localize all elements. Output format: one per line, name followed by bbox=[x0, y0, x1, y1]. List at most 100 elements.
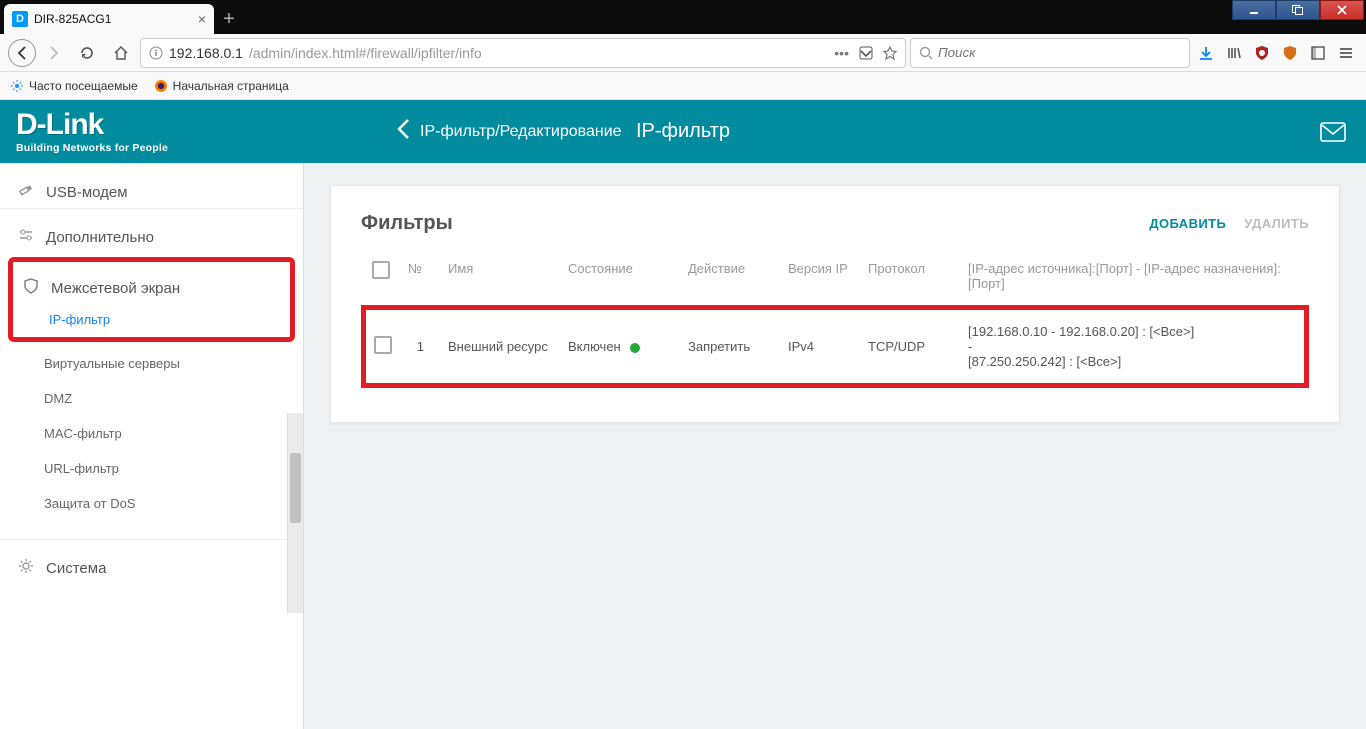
search-input[interactable] bbox=[938, 45, 1181, 60]
bookmark-label: Начальная страница bbox=[173, 79, 289, 93]
library-icon[interactable] bbox=[1226, 45, 1242, 61]
window-minimize-button[interactable] bbox=[1232, 0, 1276, 20]
sidebar-scrollbar[interactable] bbox=[287, 413, 303, 613]
sidebar-subitem-label: MAC-фильтр bbox=[44, 426, 122, 441]
sidebar-toggle-icon[interactable] bbox=[1310, 45, 1326, 61]
sidebar-item-advanced[interactable]: Дополнительно bbox=[0, 208, 303, 253]
scrollbar-thumb[interactable] bbox=[290, 453, 301, 523]
cell-address: [192.168.0.10 - 192.168.0.20] : [<Все>] … bbox=[960, 308, 1307, 386]
th-address: [IP-адрес источника]:[Порт] - [IP-адрес … bbox=[960, 253, 1307, 308]
search-icon bbox=[919, 46, 932, 60]
url-bar[interactable]: 192.168.0.1/admin/index.html#/firewall/i… bbox=[140, 38, 906, 68]
sidebar-subitem-virtual-servers[interactable]: Виртуальные серверы bbox=[0, 346, 303, 381]
app-header: D-Link Building Networks for People IP-ф… bbox=[0, 100, 1366, 163]
th-proto: Протокол bbox=[860, 253, 960, 308]
sidebar-item-firewall[interactable]: Межсетевой экран bbox=[13, 266, 290, 302]
main-content: Фильтры ДОБАВИТЬ УДАЛИТЬ № Имя Состояние bbox=[304, 163, 1366, 729]
app-body: USB-модем Дополнительно Межсетевой экран bbox=[0, 163, 1366, 729]
tab-title: DIR-825ACG1 bbox=[34, 12, 192, 26]
bookmark-star-icon[interactable] bbox=[883, 46, 897, 60]
bookmark-most-visited[interactable]: Часто посещаемые bbox=[10, 79, 138, 93]
sidebar-item-label: Дополнительно bbox=[46, 229, 154, 246]
hamburger-menu-icon[interactable] bbox=[1338, 45, 1354, 61]
spark-icon bbox=[10, 79, 24, 93]
downloads-icon[interactable] bbox=[1198, 45, 1214, 61]
notifications-mail-button[interactable] bbox=[1320, 122, 1346, 142]
th-name: Имя bbox=[440, 253, 560, 308]
sidebar-subitem-label: DMZ bbox=[44, 391, 72, 406]
bookmarks-bar: Часто посещаемые Начальная страница bbox=[0, 72, 1366, 100]
sidebar-subitem-label: IP-фильтр bbox=[49, 312, 110, 327]
sidebar-subitem-dmz[interactable]: DMZ bbox=[0, 381, 303, 416]
table-row[interactable]: 1 Внешний ресурс Включен Запретить IPv4 … bbox=[364, 308, 1307, 386]
nav-home-button[interactable] bbox=[106, 38, 136, 68]
filters-card: Фильтры ДОБАВИТЬ УДАЛИТЬ № Имя Состояние bbox=[330, 185, 1340, 423]
logo-subtitle: Building Networks for People bbox=[16, 142, 304, 154]
firefox-icon bbox=[154, 79, 168, 93]
tab-favicon: D bbox=[12, 11, 28, 27]
sidebar-subitem-label: Защита от DoS bbox=[44, 496, 136, 511]
cell-num: 1 bbox=[400, 308, 440, 386]
new-tab-button[interactable]: + bbox=[214, 4, 244, 34]
sliders-icon bbox=[16, 227, 36, 247]
delete-filter-button[interactable]: УДАЛИТЬ bbox=[1244, 216, 1309, 231]
nav-forward-button[interactable] bbox=[40, 39, 68, 67]
nav-reload-button[interactable] bbox=[72, 38, 102, 68]
url-host: 192.168.0.1 bbox=[169, 45, 243, 61]
cell-name: Внешний ресурс bbox=[440, 308, 560, 386]
router-admin-app: D-Link Building Networks for People IP-ф… bbox=[0, 100, 1366, 729]
gear-icon bbox=[16, 558, 36, 578]
th-ipver: Версия IP bbox=[780, 253, 860, 308]
th-num: № bbox=[400, 253, 440, 308]
sidebar-subitem-mac-filter[interactable]: MAC-фильтр bbox=[0, 416, 303, 451]
tab-close-icon[interactable]: × bbox=[198, 11, 206, 27]
sidebar-item-system[interactable]: Система bbox=[0, 539, 303, 584]
sidebar-subitem-label: Виртуальные серверы bbox=[44, 356, 180, 371]
page-action-ellipsis-icon[interactable]: ••• bbox=[834, 45, 849, 61]
browser-tab-active[interactable]: D DIR-825ACG1 × bbox=[4, 4, 214, 34]
cell-state: Включен bbox=[560, 308, 680, 386]
sidebar-subitem-url-filter[interactable]: URL-фильтр bbox=[0, 451, 303, 486]
cell-ipver: IPv4 bbox=[780, 308, 860, 386]
sidebar-item-usb-modem[interactable]: USB-модем bbox=[0, 163, 303, 208]
bookmark-start-page[interactable]: Начальная страница bbox=[154, 79, 289, 93]
sidebar-subitem-dos-protection[interactable]: Защита от DoS bbox=[0, 486, 303, 521]
back-to-parent-button[interactable]: IP-фильтр/Редактирование bbox=[384, 100, 634, 163]
window-close-button[interactable] bbox=[1320, 0, 1364, 20]
browser-tab-strip: D DIR-825ACG1 × + bbox=[0, 0, 1366, 34]
select-all-checkbox[interactable] bbox=[372, 261, 390, 279]
card-title: Фильтры bbox=[361, 212, 453, 235]
cell-action: Запретить bbox=[680, 308, 780, 386]
add-filter-button[interactable]: ДОБАВИТЬ bbox=[1149, 216, 1226, 231]
reader-dropdown-icon[interactable] bbox=[859, 46, 873, 60]
cell-proto: TCP/UDP bbox=[860, 308, 960, 386]
status-dot-icon bbox=[630, 343, 640, 353]
usb-icon bbox=[16, 182, 36, 202]
breadcrumb-label: IP-фильтр/Редактирование bbox=[420, 123, 622, 141]
page-title: IP-фильтр bbox=[636, 120, 730, 143]
url-path: /admin/index.html#/firewall/ipfilter/inf… bbox=[249, 45, 828, 61]
browser-navbar: 192.168.0.1/admin/index.html#/firewall/i… bbox=[0, 34, 1366, 72]
chevron-left-icon bbox=[396, 116, 410, 147]
row-checkbox[interactable] bbox=[374, 336, 392, 354]
search-bar[interactable] bbox=[910, 38, 1190, 68]
sidebar-subitem-label: URL-фильтр bbox=[44, 461, 119, 476]
window-maximize-button[interactable] bbox=[1276, 0, 1320, 20]
nav-back-button[interactable] bbox=[8, 39, 36, 67]
th-state: Состояние bbox=[560, 253, 680, 308]
window-controls bbox=[1232, 0, 1364, 20]
addon-shield-icon[interactable] bbox=[1282, 45, 1298, 61]
sidebar: USB-модем Дополнительно Межсетевой экран bbox=[0, 163, 304, 729]
toolbar-right bbox=[1194, 45, 1358, 61]
logo-box: D-Link Building Networks for People bbox=[0, 100, 304, 163]
logo-text: D-Link bbox=[16, 110, 304, 140]
addr-dst: [87.250.250.242] : [<Все>] bbox=[968, 354, 1296, 369]
table-header-row: № Имя Состояние Действие Версия IP Прото… bbox=[364, 253, 1307, 308]
filters-table: № Имя Состояние Действие Версия IP Прото… bbox=[361, 253, 1309, 388]
sidebar-subitem-ip-filter[interactable]: IP-фильтр bbox=[13, 302, 290, 333]
ublock-shield-icon[interactable] bbox=[1254, 45, 1270, 61]
addr-src: [192.168.0.10 - 192.168.0.20] : [<Все>] bbox=[968, 324, 1296, 339]
sidebar-item-label: USB-модем bbox=[46, 184, 128, 201]
sidebar-item-label: Межсетевой экран bbox=[51, 280, 180, 297]
th-action: Действие bbox=[680, 253, 780, 308]
